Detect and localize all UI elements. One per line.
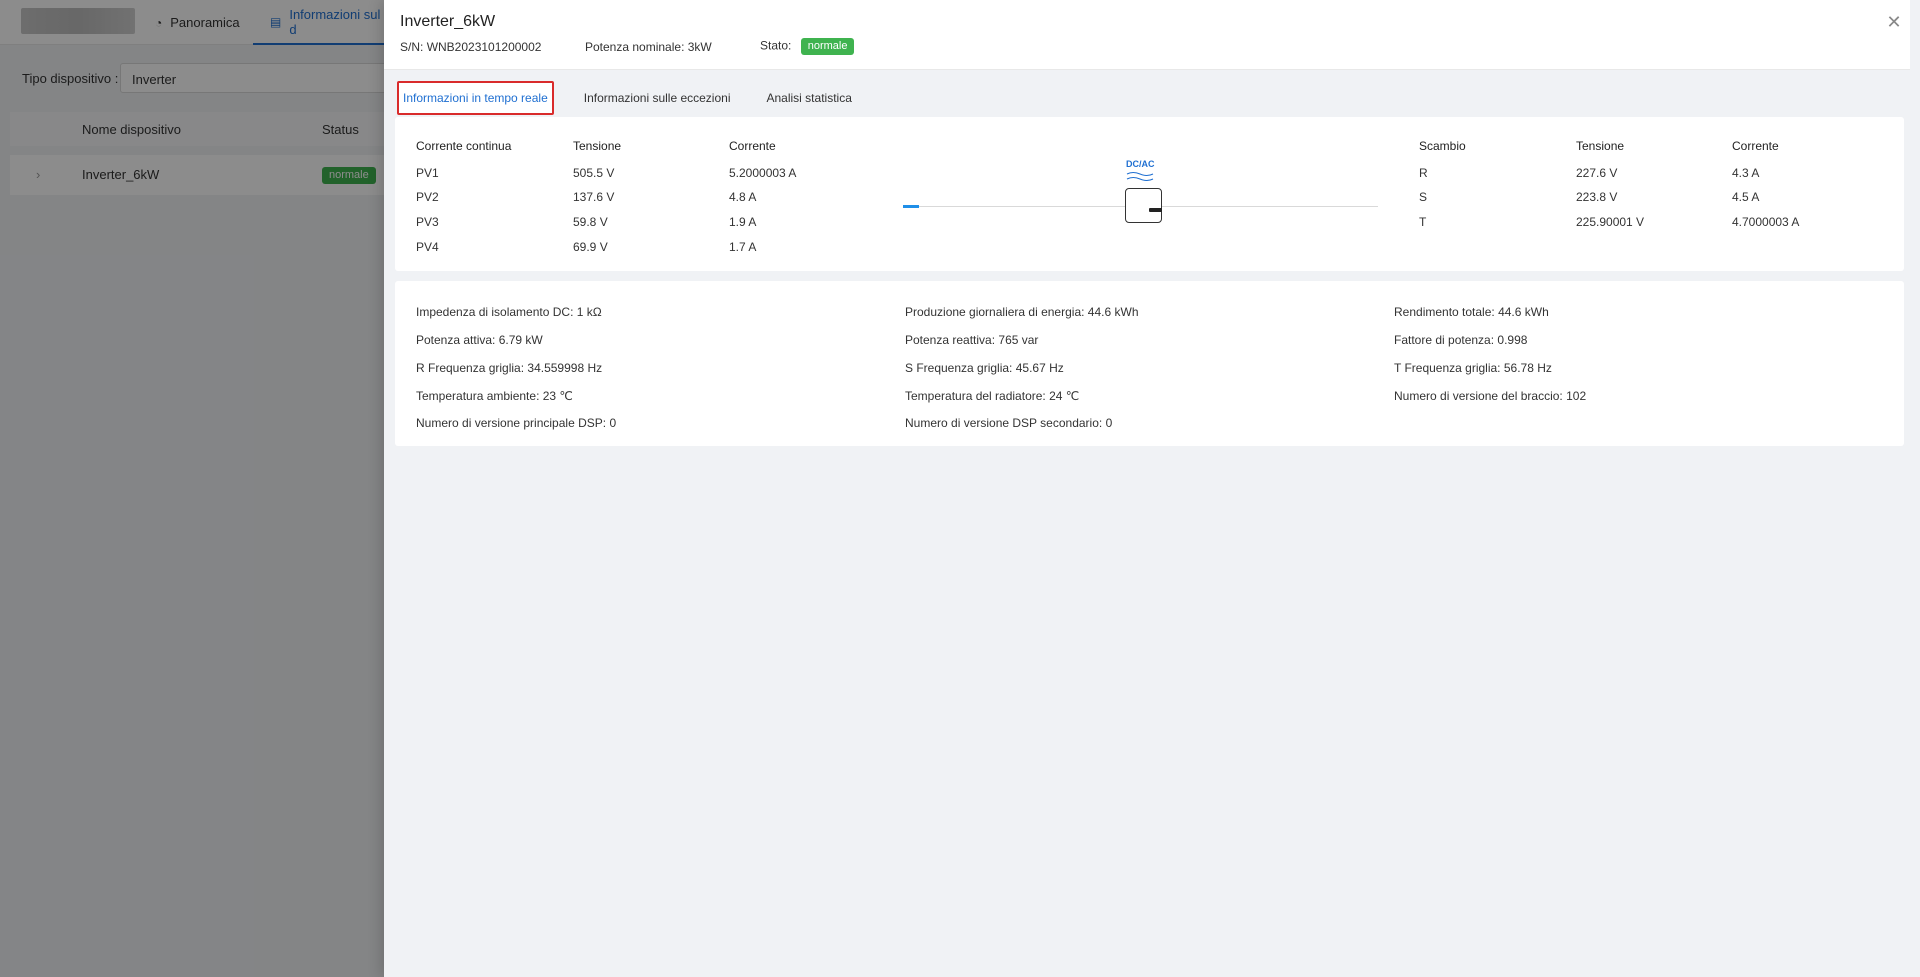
dc-ac-flow-diagram: DC/AC bbox=[903, 159, 1383, 229]
dc-header-voltage: Tensione bbox=[573, 139, 622, 153]
state-label: Stato: bbox=[760, 38, 792, 53]
ac-row-current: 4.3 A bbox=[1732, 166, 1760, 180]
dc-row-label: PV4 bbox=[416, 240, 439, 254]
param-power-factor: Fattore di potenza: 0.998 bbox=[1394, 333, 1528, 347]
ac-row-current: 4.5 A bbox=[1732, 190, 1760, 204]
param-s-frequency: S Frequenza griglia: 45.67 Hz bbox=[905, 361, 1064, 375]
dc-row-current: 1.9 A bbox=[729, 215, 757, 229]
tab-statistical-analysis[interactable]: Analisi statistica bbox=[752, 80, 866, 116]
parameters-panel: Impedenza di isolamento DC: 1 kΩ Produzi… bbox=[395, 281, 1904, 446]
param-ambient-temperature: Temperatura ambiente: 23 ℃ bbox=[416, 389, 573, 403]
ac-row-phase: S bbox=[1419, 190, 1428, 204]
device-state: Stato: normale bbox=[760, 38, 855, 55]
param-reactive-power: Potenza reattiva: 765 var bbox=[905, 333, 1039, 347]
param-t-frequency: T Frequenza griglia: 56.78 Hz bbox=[1394, 361, 1552, 375]
param-r-frequency: R Frequenza griglia: 34.559998 Hz bbox=[416, 361, 603, 375]
drawer-title: Inverter_6kW bbox=[400, 13, 496, 30]
param-dsp-main-version: Numero di versione principale DSP: 0 bbox=[416, 416, 617, 430]
dc-row-label: PV2 bbox=[416, 190, 439, 204]
ac-row-voltage: 225.90001 V bbox=[1576, 215, 1645, 229]
param-radiator-temperature: Temperatura del radiatore: 24 ℃ bbox=[905, 389, 1080, 403]
dc-row-label: PV1 bbox=[416, 166, 439, 180]
flow-indicator bbox=[903, 205, 919, 208]
tab-realtime-info[interactable]: Informazioni in tempo reale bbox=[397, 81, 554, 115]
sn-value: WNB2023101200002 bbox=[426, 40, 542, 54]
ac-row-voltage: 227.6 V bbox=[1576, 166, 1618, 180]
ac-row-voltage: 223.8 V bbox=[1576, 190, 1618, 204]
dc-row-voltage: 505.5 V bbox=[573, 166, 615, 180]
ac-header-voltage: Tensione bbox=[1576, 139, 1625, 153]
ac-row-phase: T bbox=[1419, 215, 1427, 229]
dc-row-voltage: 69.9 V bbox=[573, 240, 608, 254]
dc-header-current: Corrente bbox=[729, 139, 776, 153]
drawer-tabs: Informazioni in tempo reale Informazioni… bbox=[397, 80, 874, 116]
dc-row-voltage: 59.8 V bbox=[573, 215, 608, 229]
dc-row-label: PV3 bbox=[416, 215, 439, 229]
param-dc-insulation: Impedenza di isolamento DC: 1 kΩ bbox=[416, 305, 602, 319]
ac-header-current: Corrente bbox=[1732, 139, 1779, 153]
ac-header-phase: Scambio bbox=[1419, 139, 1466, 153]
dc-row-current: 4.8 A bbox=[729, 190, 757, 204]
param-active-power: Potenza attiva: 6.79 kW bbox=[416, 333, 543, 347]
serial-number: S/N: WNB2023101200002 bbox=[400, 40, 541, 54]
dc-row-current: 1.7 A bbox=[729, 240, 757, 254]
param-total-yield: Rendimento totale: 44.6 kWh bbox=[1394, 305, 1549, 319]
param-dsp-secondary-version: Numero di versione DSP secondario: 0 bbox=[905, 416, 1113, 430]
param-arm-version: Numero di versione del braccio: 102 bbox=[1394, 389, 1587, 403]
ac-wave-icon bbox=[1126, 172, 1154, 181]
sn-label: S/N: bbox=[400, 40, 424, 54]
param-daily-energy: Produzione giornaliera di energia: 44.6 … bbox=[905, 305, 1139, 319]
power-value: 3kW bbox=[687, 40, 712, 54]
ac-row-current: 4.7000003 A bbox=[1732, 215, 1800, 229]
dc-ac-label: DC/AC bbox=[1126, 159, 1155, 169]
device-detail-drawer: Inverter_6kW ✕ S/N: WNB2023101200002 Pot… bbox=[384, 0, 1920, 977]
inverter-icon bbox=[1125, 188, 1162, 223]
dc-row-current: 5.2000003 A bbox=[729, 166, 797, 180]
close-icon[interactable]: ✕ bbox=[1882, 10, 1906, 34]
power-label: Potenza nominale: bbox=[585, 40, 685, 54]
drawer-header: Inverter_6kW ✕ S/N: WNB2023101200002 Pot… bbox=[384, 0, 1910, 70]
dc-row-voltage: 137.6 V bbox=[573, 190, 615, 204]
ac-row-phase: R bbox=[1419, 166, 1428, 180]
status-badge: normale bbox=[800, 38, 855, 55]
dc-header-string: Corrente continua bbox=[416, 139, 512, 153]
realtime-panel: Corrente continua Tensione Corrente PV1 … bbox=[395, 117, 1904, 271]
tab-exception-info[interactable]: Informazioni sulle eccezioni bbox=[569, 80, 745, 116]
rated-power: Potenza nominale: 3kW bbox=[585, 40, 712, 54]
scrollbar[interactable] bbox=[1910, 0, 1920, 977]
